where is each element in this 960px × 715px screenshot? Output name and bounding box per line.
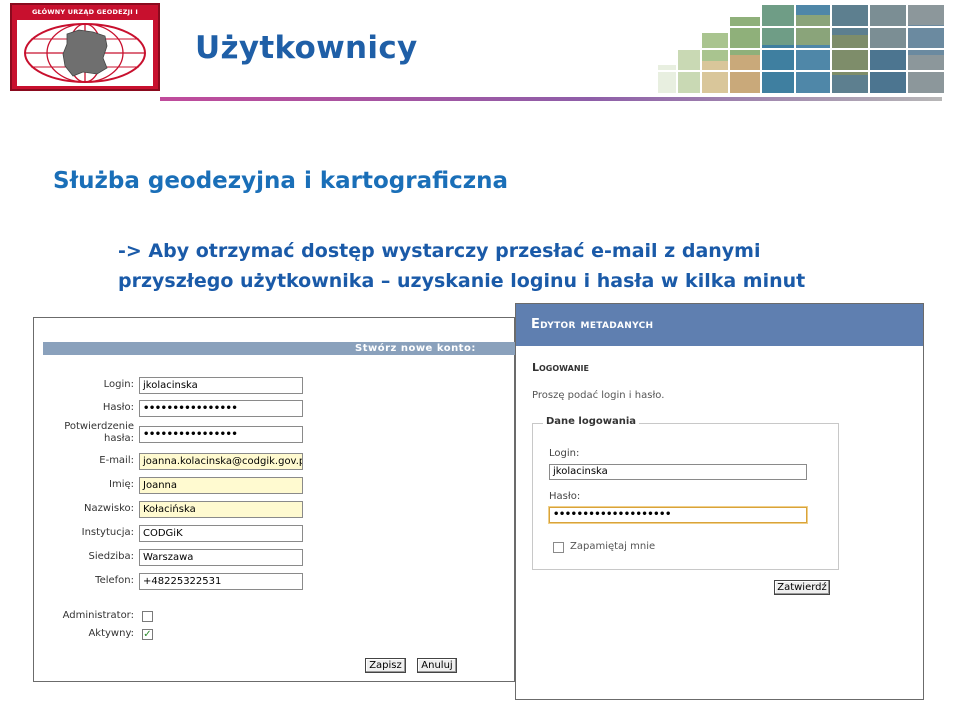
password-label: Hasło: xyxy=(102,402,134,413)
header-divider xyxy=(160,97,942,101)
editor-password-label: Hasło: xyxy=(549,491,581,502)
remember-me-checkbox[interactable] xyxy=(553,542,564,553)
email-label: E-mail: xyxy=(99,455,134,466)
seat-label: Siedziba: xyxy=(88,551,135,562)
editor-login-label: Login: xyxy=(549,448,580,459)
editor-login-input[interactable]: jkolacinska xyxy=(549,464,807,480)
active-checkbox[interactable]: ✓ xyxy=(142,629,153,640)
password-confirm-label-line2: hasła: xyxy=(103,433,134,444)
checkmark-icon: ✓ xyxy=(143,629,152,640)
active-label: Aktywny: xyxy=(88,628,134,639)
administrator-checkbox[interactable] xyxy=(142,611,153,622)
first-name-label: Imię: xyxy=(109,479,134,490)
logo-text: GŁÓWNY URZĄD GEODEZJI I KARTOGRAFII xyxy=(31,8,139,30)
seat-input[interactable]: Warszawa xyxy=(139,549,303,566)
save-button[interactable]: Zapisz xyxy=(365,658,406,673)
satellite-mosaic-image xyxy=(658,5,944,93)
cancel-button[interactable]: Anuluj xyxy=(417,658,457,673)
first-name-input[interactable]: Joanna xyxy=(139,477,303,494)
metadata-editor-screenshot: Edytor metadanych Logowanie Proszę podać… xyxy=(515,303,924,700)
login-row: Login: jkolacinska xyxy=(34,377,334,395)
password-confirm-input[interactable]: •••••••••••••••• xyxy=(139,426,303,443)
create-account-title: Stwórz nowe konto: xyxy=(43,342,515,355)
login-fieldset-legend: Dane logowania xyxy=(543,416,640,427)
bullet-line-2: przyszłego użytkownika – uzyskanie login… xyxy=(118,270,806,292)
phone-row: Telefon: +48225322531 xyxy=(34,573,334,591)
password-confirm-label: Potwierdzenie hasła: xyxy=(14,421,134,445)
submit-button[interactable]: Zatwierdź xyxy=(774,580,830,595)
password-row: Hasło: •••••••••••••••• xyxy=(34,400,334,418)
globe-map-icon xyxy=(17,20,153,86)
login-fieldset: Dane logowania Login: jkolacinska Hasło:… xyxy=(532,416,839,570)
login-hint: Proszę podać login i hasło. xyxy=(532,390,665,401)
active-row: Aktywny: ✓ xyxy=(34,626,334,644)
editor-header: Edytor metadanych xyxy=(516,304,923,346)
password-input[interactable]: •••••••••••••••• xyxy=(139,400,303,417)
login-label: Login: xyxy=(103,379,134,390)
institution-input[interactable]: CODGiK xyxy=(139,525,303,542)
last-name-row: Nazwisko: Kołacińska xyxy=(34,501,334,519)
create-account-screenshot: Stwórz nowe konto: Login: jkolacinska Ha… xyxy=(33,317,515,682)
first-name-row: Imię: Joanna xyxy=(34,477,334,495)
gugik-logo: GŁÓWNY URZĄD GEODEZJI I KARTOGRAFII xyxy=(10,3,160,91)
remember-me-label: Zapamiętaj mnie xyxy=(570,541,656,552)
password-confirm-label-line1: Potwierdzenie xyxy=(64,421,134,432)
section-subtitle: Służba geodezyjna i kartograficzna xyxy=(53,168,509,194)
login-section-title: Logowanie xyxy=(532,361,589,374)
email-row: E-mail: joanna.kolacinska@codgik.gov.pl xyxy=(34,453,334,471)
editor-password-input[interactable]: •••••••••••••••••••• xyxy=(549,507,807,523)
administrator-row: Administrator: xyxy=(34,608,334,626)
bullet-text: -> Aby otrzymać dostęp wystarczy przesła… xyxy=(118,236,858,296)
phone-input[interactable]: +48225322531 xyxy=(139,573,303,590)
seat-row: Siedziba: Warszawa xyxy=(34,549,334,567)
email-input[interactable]: joanna.kolacinska@codgik.gov.pl xyxy=(139,453,303,470)
administrator-label: Administrator: xyxy=(62,610,134,621)
last-name-label: Nazwisko: xyxy=(84,503,134,514)
bullet-line-1: -> Aby otrzymać dostęp wystarczy przesła… xyxy=(118,240,761,262)
page-title: Użytkownicy xyxy=(195,30,418,66)
institution-row: Instytucja: CODGiK xyxy=(34,525,334,543)
phone-label: Telefon: xyxy=(95,575,134,586)
institution-label: Instytucja: xyxy=(81,527,134,538)
login-input[interactable]: jkolacinska xyxy=(139,377,303,394)
last-name-input[interactable]: Kołacińska xyxy=(139,501,303,518)
password-confirm-row: Potwierdzenie hasła: •••••••••••••••• xyxy=(34,421,334,444)
